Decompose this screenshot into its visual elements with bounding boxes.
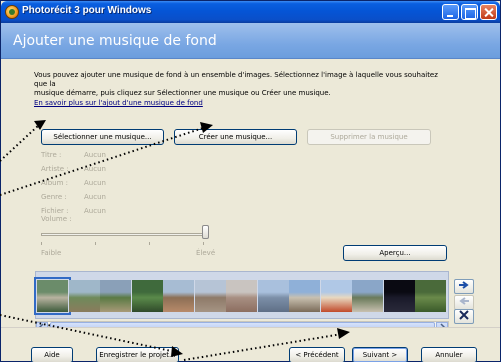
select-music-button[interactable]: Sélectionner une musique... bbox=[41, 129, 164, 145]
filmstrip-thumbnail[interactable] bbox=[163, 280, 194, 312]
filmstrip-thumbnail[interactable] bbox=[226, 280, 257, 312]
maximize-button[interactable] bbox=[461, 4, 478, 20]
info-album-value: Aucun bbox=[84, 179, 106, 187]
app-window: Photorécit 3 pour Windows Ajouter une mu… bbox=[0, 0, 501, 362]
volume-tick bbox=[203, 242, 204, 245]
volume-slider-track[interactable] bbox=[41, 233, 204, 236]
info-title-label: Titre : bbox=[41, 151, 62, 159]
filmstrip-thumbnail[interactable] bbox=[68, 280, 100, 312]
info-title-value: Aucun bbox=[84, 151, 106, 159]
next-button[interactable]: Suivant > bbox=[352, 347, 408, 362]
wizard-footer: Aide Enregistrer le projet... < Précéden… bbox=[1, 327, 500, 362]
app-icon bbox=[5, 5, 19, 19]
move-right-button[interactable] bbox=[454, 279, 474, 294]
cancel-button[interactable]: Annuler bbox=[421, 347, 477, 362]
move-left-button bbox=[454, 295, 474, 310]
help-button[interactable]: Aide bbox=[31, 347, 73, 362]
info-artist-label: Artiste : bbox=[41, 165, 69, 173]
volume-tick bbox=[149, 242, 150, 245]
title-bar[interactable]: Photorécit 3 pour Windows bbox=[1, 1, 500, 23]
info-artist: Artiste : Aucun bbox=[41, 165, 106, 173]
minimize-button[interactable] bbox=[442, 4, 459, 20]
info-volume: Volume : bbox=[41, 215, 72, 223]
window-title: Photorécit 3 pour Windows bbox=[22, 5, 152, 16]
volume-low-label: Faible bbox=[41, 249, 62, 257]
info-volume-label: Volume : bbox=[41, 215, 72, 223]
intro-line-1: Vous pouvez ajouter une musique de fond … bbox=[34, 71, 438, 88]
volume-tick bbox=[41, 242, 42, 245]
create-music-button[interactable]: Créer une musique... bbox=[174, 129, 297, 145]
info-file: Fichier : Aucun bbox=[41, 207, 106, 215]
filmstrip-thumbnail[interactable] bbox=[320, 280, 352, 312]
info-album: Album : Aucun bbox=[41, 179, 106, 187]
info-artist-value: Aucun bbox=[84, 165, 106, 173]
info-title: Titre : Aucun bbox=[41, 151, 106, 159]
save-project-button[interactable]: Enregistrer le projet... bbox=[96, 347, 179, 362]
filmstrip-thumbnail[interactable] bbox=[194, 280, 226, 312]
filmstrip-thumbnail[interactable] bbox=[257, 280, 289, 312]
close-button[interactable] bbox=[480, 4, 497, 20]
info-genre-label: Genre : bbox=[41, 193, 67, 201]
filmstrip-thumbnail[interactable] bbox=[352, 280, 383, 312]
filmstrip-thumbnail[interactable] bbox=[289, 280, 320, 312]
filmstrip-thumbnail[interactable] bbox=[131, 280, 163, 312]
info-genre-value: Aucun bbox=[84, 193, 106, 201]
learn-more-link[interactable]: En savoir plus sur l'ajout d'une musique… bbox=[34, 99, 203, 107]
volume-tick bbox=[95, 242, 96, 245]
wizard-content: Vous pouvez ajouter une musique de fond … bbox=[1, 59, 500, 333]
wizard-header: Ajouter une musique de fond bbox=[1, 23, 500, 59]
info-genre: Genre : Aucun bbox=[41, 193, 106, 201]
x-icon bbox=[459, 310, 469, 320]
remove-music-button: Supprimer la musique bbox=[307, 129, 431, 145]
filmstrip-thumbnail[interactable] bbox=[383, 280, 415, 312]
filmstrip-thumbnail[interactable] bbox=[34, 277, 71, 315]
info-file-value: Aucun bbox=[84, 207, 106, 215]
info-file-label: Fichier : bbox=[41, 207, 69, 215]
arrow-right-icon bbox=[459, 281, 469, 289]
arrow-left-icon bbox=[459, 297, 469, 305]
preview-button[interactable]: Aperçu... bbox=[343, 245, 447, 261]
remove-image-button[interactable] bbox=[454, 309, 474, 324]
volume-slider-thumb[interactable] bbox=[202, 225, 209, 239]
intro-text: Vous pouvez ajouter une musique de fond … bbox=[34, 71, 444, 98]
filmstrip-thumbnail[interactable] bbox=[415, 280, 446, 312]
volume-high-label: Élevé bbox=[196, 249, 216, 257]
intro-line-2: musique démarre, puis cliquez sur Sélect… bbox=[34, 89, 331, 97]
page-title: Ajouter une musique de fond bbox=[13, 33, 217, 49]
previous-button[interactable]: < Précédent bbox=[289, 347, 345, 362]
filmstrip-thumbnail[interactable] bbox=[100, 280, 131, 312]
info-album-label: Album : bbox=[41, 179, 69, 187]
